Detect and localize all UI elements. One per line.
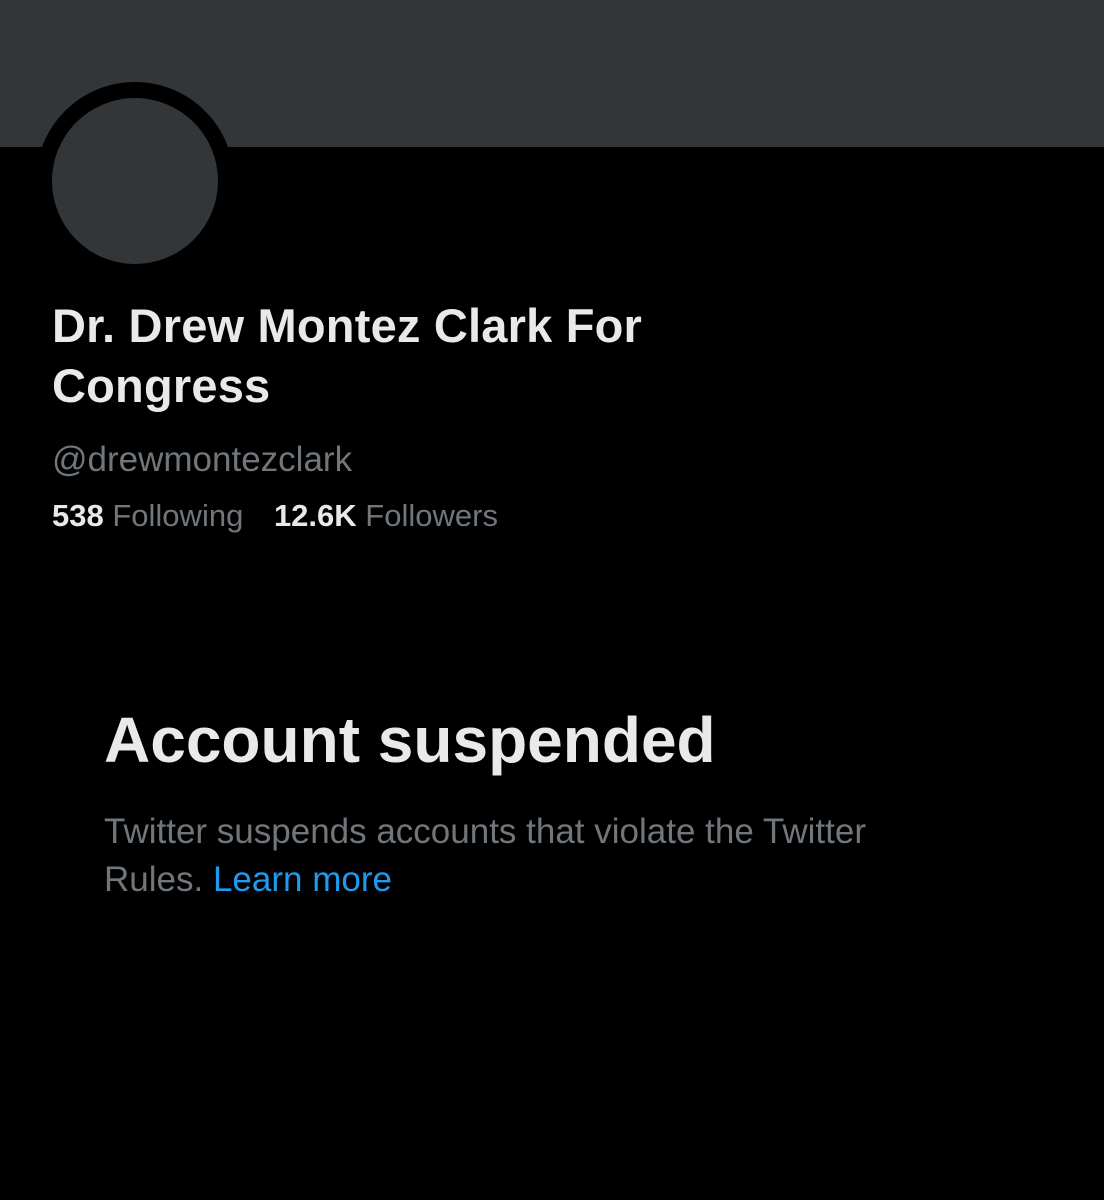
profile-stats: 538 Following 12.6K Followers [52,496,498,536]
suspended-message: Twitter suspends accounts that violate t… [104,808,924,904]
followers-count: 12.6K [273,498,357,533]
following-label: Following [112,498,244,533]
followers-label: Followers [365,498,498,533]
followers-link[interactable]: 12.6K Followers [274,496,498,536]
avatar [52,98,218,264]
handle: @drewmontezclark [52,440,353,479]
display-name: Dr. Drew Montez Clark For Congress [52,299,642,412]
following-link[interactable]: 538 Following [52,496,243,536]
learn-more-link[interactable]: Learn more [213,860,392,899]
following-count: 538 [52,498,104,533]
suspended-title: Account suspended [104,704,716,776]
